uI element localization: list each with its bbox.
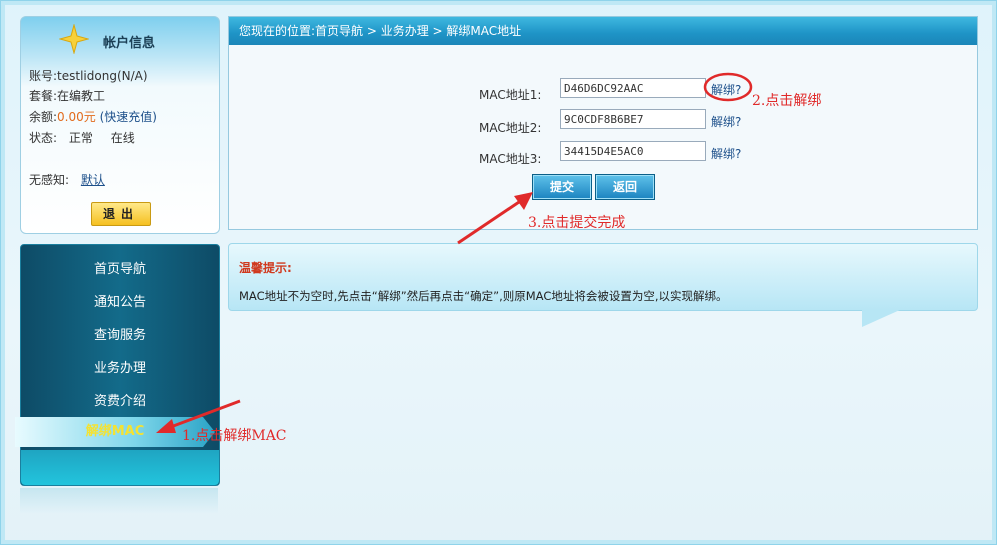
annotation-overlay xyxy=(156,72,753,433)
annotation-arrow-3 xyxy=(457,192,533,245)
annotation-circle xyxy=(703,72,753,102)
annotation-step3: 3.点击提交完成 xyxy=(528,215,626,231)
annotation-step2: 2.点击解绑 xyxy=(752,93,822,109)
annotation-step1: 1.点击解绑MAC xyxy=(182,428,287,444)
